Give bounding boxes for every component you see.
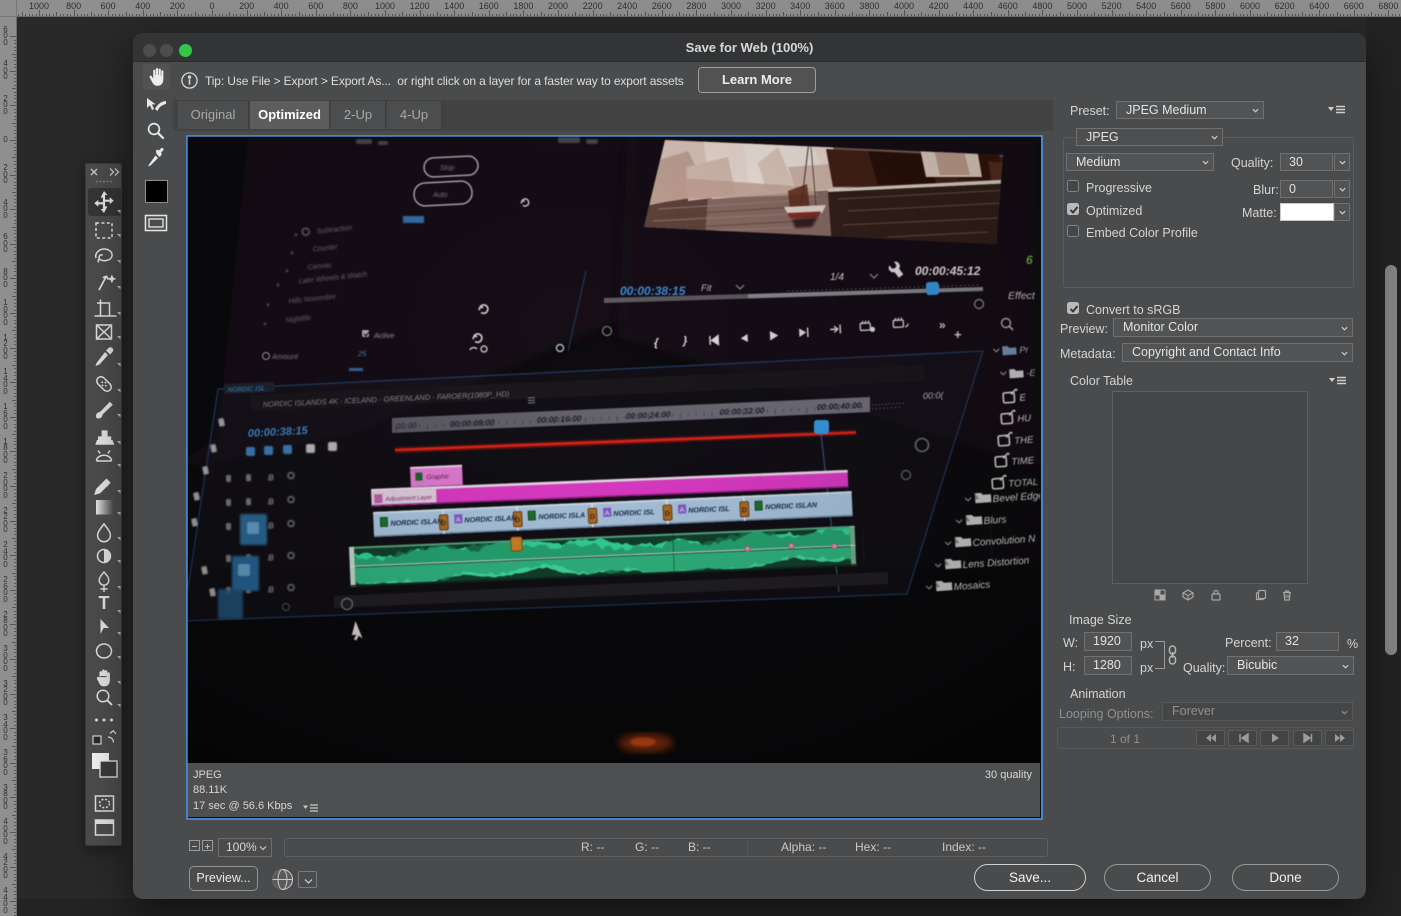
svg-text:T: T xyxy=(99,593,110,613)
